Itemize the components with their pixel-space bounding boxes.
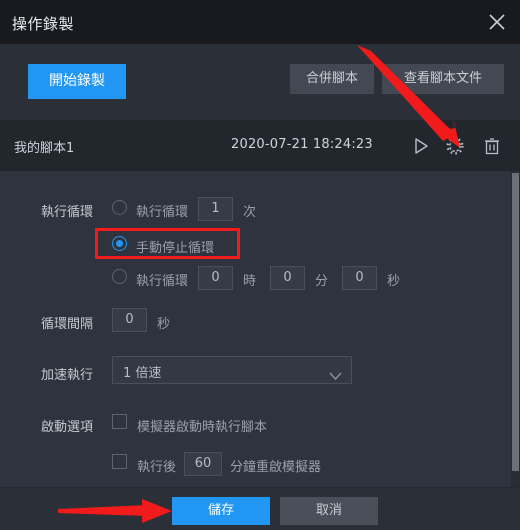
- script-settings-button[interactable]: [443, 134, 467, 158]
- radio-loop-duration[interactable]: [112, 269, 127, 284]
- page-title: 操作錄製: [12, 15, 75, 33]
- loop-hours-input[interactable]: 0: [198, 266, 233, 290]
- loop-duration-prefix-label: 執行循環: [136, 274, 189, 289]
- loop-minutes-input[interactable]: 0: [270, 266, 305, 290]
- loop-minutes-unit-label: 分: [315, 274, 329, 289]
- chevron-down-icon: [329, 366, 342, 385]
- close-button[interactable]: [482, 8, 512, 36]
- interval-unit-label: 秒: [157, 317, 171, 332]
- loop-seconds-input[interactable]: 0: [342, 266, 377, 290]
- restart-after-prefix-label: 執行後: [137, 460, 177, 475]
- loop-hours-unit-label: 時: [243, 274, 257, 289]
- checkbox-run-on-emulator-start[interactable]: [112, 414, 127, 429]
- operation-recorder-dialog: 操作錄製 開始錄製 合併腳本 查看腳本文件 我的腳本1 2020-07-21 1…: [0, 0, 520, 530]
- title-bar: 操作錄製: [0, 0, 520, 44]
- speed-select[interactable]: 1 倍速: [112, 356, 352, 384]
- settings-scrollbar-thumb[interactable]: [512, 173, 519, 471]
- speed-label: 加速執行: [41, 368, 94, 383]
- view-script-files-button[interactable]: 查看腳本文件: [382, 64, 504, 94]
- play-icon: [415, 138, 428, 154]
- startup-options-label: 啟動選項: [41, 420, 94, 435]
- delete-script-button[interactable]: [480, 134, 504, 158]
- loop-seconds-unit-label: 秒: [387, 274, 401, 289]
- speed-select-value: 1 倍速: [123, 366, 162, 381]
- manual-stop-label: 手動停止循環: [136, 241, 215, 256]
- radio-manual-stop[interactable]: [112, 236, 127, 251]
- loop-count-unit-label: 次: [243, 205, 257, 220]
- interval-input[interactable]: 0: [112, 308, 147, 332]
- gear-icon: [446, 137, 464, 155]
- merge-script-button[interactable]: 合併腳本: [290, 64, 374, 94]
- checkbox-restart-after[interactable]: [112, 454, 127, 469]
- run-on-emulator-start-label: 模擬器啟動時執行腳本: [137, 420, 268, 435]
- play-script-button[interactable]: [408, 134, 432, 158]
- interval-label: 循環間隔: [41, 317, 94, 332]
- restart-after-suffix-label: 分鐘重啟模擬器: [230, 460, 322, 475]
- toolbar: 開始錄製 合併腳本 查看腳本文件: [0, 44, 520, 120]
- radio-loop-count[interactable]: [112, 200, 127, 215]
- script-name: 我的腳本1: [14, 141, 75, 156]
- start-record-button[interactable]: 開始錄製: [28, 64, 126, 99]
- save-button[interactable]: 儲存: [172, 497, 270, 525]
- loop-count-prefix-label: 執行循環: [136, 205, 189, 220]
- loop-count-input[interactable]: 1: [198, 197, 233, 221]
- loop-section-label: 執行循環: [41, 205, 94, 220]
- restart-after-minutes-input[interactable]: 60: [184, 452, 222, 476]
- cancel-button[interactable]: 取消: [280, 497, 378, 525]
- script-timestamp: 2020-07-21 18:24:23: [231, 137, 373, 152]
- trash-icon: [485, 138, 499, 155]
- script-list-row[interactable]: 我的腳本1 2020-07-21 18:24:23: [0, 120, 520, 171]
- close-icon: [489, 14, 505, 30]
